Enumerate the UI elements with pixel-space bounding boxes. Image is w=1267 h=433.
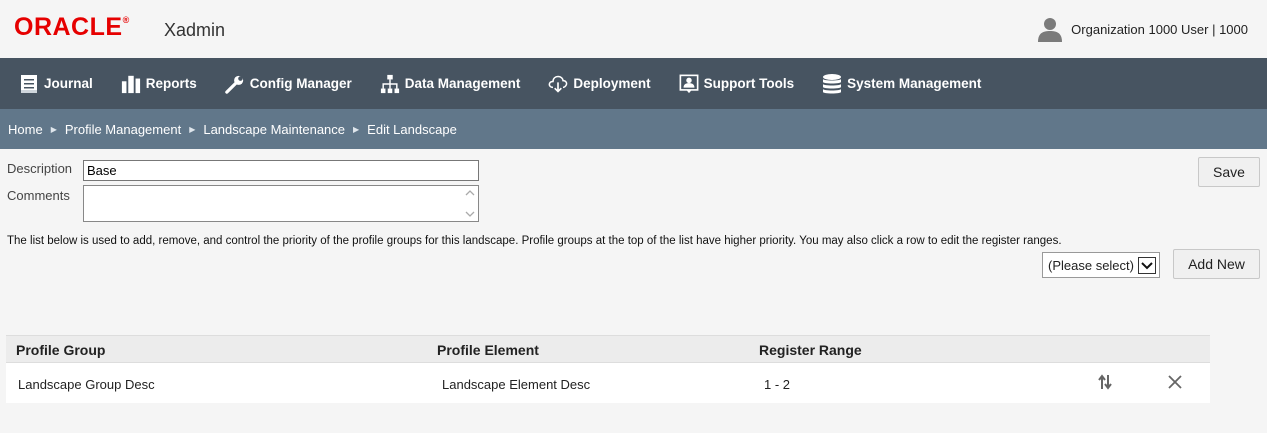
main-nav: Journal Reports Config Manager Data Mana… (0, 58, 1267, 109)
description-input[interactable] (83, 160, 479, 181)
header-profile-element[interactable]: Profile Element (437, 342, 539, 358)
table-row[interactable]: Landscape Group Desc Landscape Element D… (6, 363, 1210, 403)
nav-label-support-tools: Support Tools (703, 76, 795, 91)
table-header: Profile Group Profile Element Register R… (6, 335, 1210, 363)
nav-item-deployment[interactable]: Deployment (548, 58, 651, 109)
support-icon (679, 73, 699, 95)
breadcrumb-separator-icon: ▶ (353, 124, 360, 134)
nav-item-support-tools[interactable]: Support Tools (679, 58, 795, 109)
nav-item-reports[interactable]: Reports (121, 58, 197, 109)
breadcrumb-separator-icon: ▶ (50, 124, 57, 134)
breadcrumb-separator-icon: ▶ (189, 124, 196, 134)
cloud-download-icon (548, 73, 568, 95)
breadcrumb-home[interactable]: Home (8, 122, 43, 137)
app-name: Xadmin (164, 20, 226, 40)
wrench-icon (225, 73, 245, 95)
database-icon (822, 73, 842, 95)
header-profile-group[interactable]: Profile Group (16, 342, 105, 358)
breadcrumb-edit-landscape: Edit Landscape (367, 121, 457, 137)
nav-label-journal: Journal (44, 76, 93, 91)
nav-item-config-manager[interactable]: Config Manager (225, 58, 352, 109)
comments-label: Comments (7, 188, 70, 203)
nav-label-config-manager: Config Manager (249, 76, 352, 91)
add-new-button[interactable]: Add New (1173, 249, 1260, 279)
textarea-scroll-icon[interactable] (463, 187, 477, 220)
nav-label-deployment: Deployment (573, 76, 651, 91)
comments-textarea[interactable] (83, 185, 479, 222)
profile-group-select[interactable]: (Please select) (1042, 252, 1160, 278)
save-button[interactable]: Save (1198, 157, 1260, 187)
hierarchy-icon (380, 73, 400, 95)
profile-groups-table: Profile Group Profile Element Register R… (6, 335, 1210, 403)
breadcrumb-landscape-maintenance[interactable]: Landscape Maintenance (203, 122, 345, 137)
reports-icon (121, 73, 141, 95)
app-header: ORACLE® Xadmin Organization 1000 User | … (0, 0, 1267, 58)
nav-item-data-management[interactable]: Data Management (380, 58, 521, 109)
cell-profile-group: Landscape Group Desc (18, 377, 155, 392)
nav-label-system-management: System Management (847, 76, 982, 91)
description-label: Description (7, 161, 73, 176)
reorder-icon[interactable] (1096, 373, 1114, 391)
cell-profile-element: Landscape Element Desc (442, 377, 591, 392)
nav-item-journal[interactable]: Journal (19, 58, 93, 109)
profile-group-select-value: (Please select) (1048, 257, 1134, 273)
breadcrumb-profile-management[interactable]: Profile Management (65, 122, 181, 137)
instructions-text: The list below is used to add, remove, a… (7, 235, 1062, 247)
user-label: Organization 1000 User | 1000 (1071, 21, 1248, 37)
journal-icon (19, 73, 39, 95)
oracle-logo: ORACLE® (14, 13, 130, 41)
cell-register-range: 1 - 2 (764, 377, 791, 392)
user-icon (1038, 18, 1063, 42)
nav-item-system-management[interactable]: System Management (822, 58, 981, 109)
close-icon[interactable] (1166, 373, 1184, 391)
header-register-range[interactable]: Register Range (759, 342, 862, 358)
user-menu[interactable]: Organization 1000 User | 1000 (1037, 16, 1248, 42)
nav-label-reports: Reports (145, 76, 197, 91)
breadcrumb: Home ▶ Profile Management ▶ Landscape Ma… (0, 109, 1267, 149)
nav-label-data-management: Data Management (404, 76, 521, 91)
chevron-down-icon (1138, 257, 1156, 274)
